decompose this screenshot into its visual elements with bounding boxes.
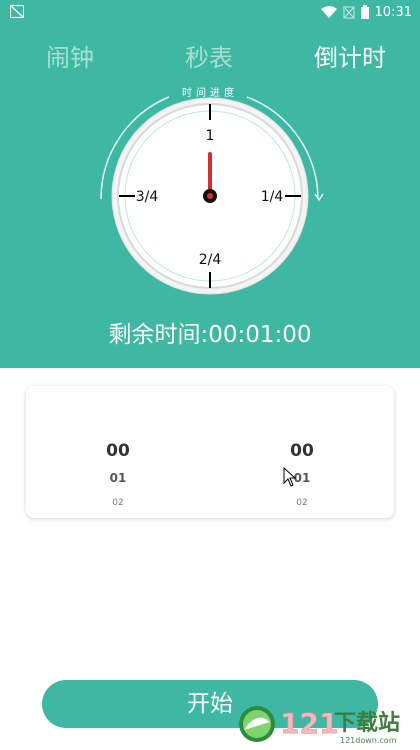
picker-item[interactable]: 02 <box>58 498 178 508</box>
picker-item[interactable]: 02 <box>242 498 362 508</box>
header: 闹钟 秒表 倒计时 时间进度 1 1/4 2/4 3/4 剩余时间:00:01:… <box>0 24 420 368</box>
signal-off-icon <box>342 5 355 19</box>
countdown-clock: 时间进度 1 1/4 2/4 3/4 <box>96 84 328 304</box>
second-picker[interactable]: 00 01 02 <box>242 386 362 518</box>
picker-item[interactable]: 01 <box>58 471 178 485</box>
notification-icon <box>10 5 24 18</box>
clock-label-bottom: 2/4 <box>199 252 222 268</box>
clock-label-left: 3/4 <box>136 189 159 205</box>
picker-item-selected[interactable]: 00 <box>242 441 362 461</box>
battery-icon <box>360 5 369 19</box>
svg-text:下载站: 下载站 <box>334 710 400 736</box>
svg-text:121: 121 <box>280 707 338 740</box>
arc-label: 时间进度 <box>182 86 238 99</box>
status-bar: 10:31 <box>0 0 420 24</box>
picker-item[interactable]: 01 <box>242 471 362 485</box>
remaining-time: 剩余时间:00:01:00 <box>108 322 312 348</box>
clock-label-right: 1/4 <box>261 189 284 205</box>
mouse-cursor-icon <box>283 467 297 487</box>
time-picker[interactable]: 00 01 02 00 01 02 <box>26 386 394 518</box>
tab-stopwatch[interactable]: 秒表 <box>185 38 233 73</box>
tab-bar: 闹钟 秒表 倒计时 <box>0 38 420 72</box>
svg-text:121down.com: 121down.com <box>340 736 397 745</box>
status-time: 10:31 <box>374 4 412 20</box>
tab-countdown[interactable]: 倒计时 <box>314 38 386 73</box>
watermark-logo: 121 下载站 121down.com <box>236 700 420 746</box>
picker-item-selected[interactable]: 00 <box>58 441 178 461</box>
wifi-icon <box>320 5 337 18</box>
tab-alarm[interactable]: 闹钟 <box>46 38 94 73</box>
minute-picker[interactable]: 00 01 02 <box>58 386 178 518</box>
clock-label-top: 1 <box>206 128 215 144</box>
